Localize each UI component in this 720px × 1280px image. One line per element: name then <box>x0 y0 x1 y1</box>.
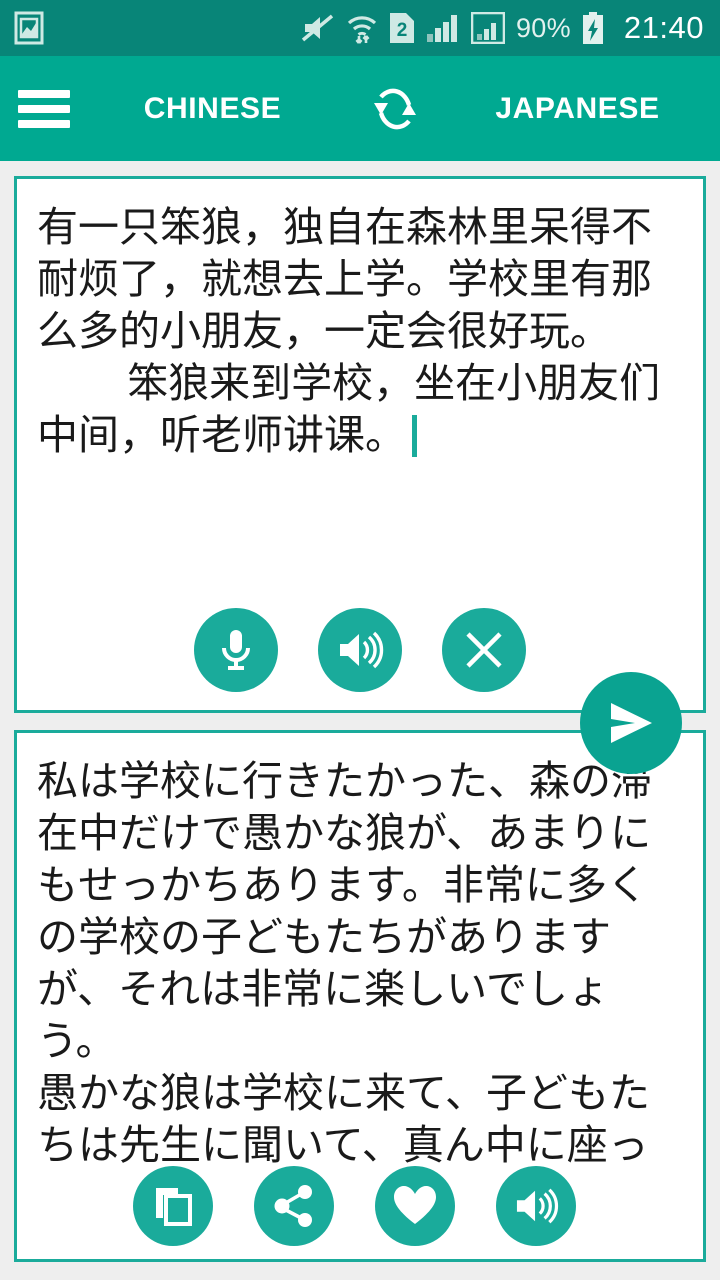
speak-translation-button[interactable] <box>496 1166 576 1246</box>
speak-source-button[interactable] <box>318 608 402 692</box>
microphone-button[interactable] <box>194 608 278 692</box>
translation-paragraph-2: 愚かな狼は学校に来て、子どもたちは先生に聞いて、真ん中に座っ <box>37 1069 650 1169</box>
charging-icon <box>582 12 604 44</box>
app-bar: CHINESE JAPANESE <box>0 56 720 161</box>
hamburger-menu-icon[interactable] <box>18 89 70 128</box>
signal-2-icon <box>470 12 505 44</box>
share-button[interactable] <box>254 1166 334 1246</box>
image-icon <box>14 11 44 45</box>
svg-text:2: 2 <box>397 20 408 41</box>
source-language-label[interactable]: CHINESE <box>70 92 355 126</box>
sim-2-icon: 2 <box>389 12 415 44</box>
source-action-buttons <box>194 608 526 692</box>
status-bar: 2 90% 21:40 <box>0 0 720 56</box>
source-paragraph-1: 有一只笨狼，独自在森林里呆得不耐烦了，就想去上学。学校里有那么多的小朋友，一定会… <box>37 203 652 355</box>
signal-1-icon <box>426 13 460 43</box>
clear-text-button[interactable] <box>442 608 526 692</box>
source-text-area[interactable]: 有一只笨狼，独自在森林里呆得不耐烦了，就想去上学。学校里有那么多的小朋友，一定会… <box>17 179 703 461</box>
target-language-label[interactable]: JAPANESE <box>435 92 720 126</box>
clock: 21:40 <box>623 10 704 45</box>
copy-button[interactable] <box>133 1166 213 1246</box>
text-caret <box>412 415 417 457</box>
sound-muted-icon <box>301 13 335 43</box>
battery-percent: 90% <box>515 12 571 43</box>
swap-languages-icon[interactable] <box>355 73 435 145</box>
status-bar-notifications <box>14 11 44 45</box>
favorite-button[interactable] <box>375 1166 455 1246</box>
source-paragraph-2-text: 笨狼来到学校，坐在小朋友们中间，听老师讲课。 <box>37 359 661 459</box>
app-screen: 2 90% 21:40 CHINESE JAPANESE 有一只笨狼，独自在森林… <box>0 0 720 1280</box>
translation-text-area: 私は学校に行きたかった、森の滞在中だけで愚かな狼が、あまりにもせっかちあります。… <box>17 733 703 1171</box>
status-bar-icons: 2 90% 21:40 <box>301 10 704 46</box>
translation-paragraph-1: 私は学校に行きたかった、森の滞在中だけで愚かな狼が、あまりにもせっかちあります。… <box>37 757 652 1065</box>
source-paragraph-2: 笨狼来到学校，坐在小朋友们中间，听老师讲课。 <box>37 357 685 461</box>
wifi-icon <box>346 12 378 44</box>
send-button[interactable] <box>580 672 682 774</box>
translation-action-buttons <box>133 1166 576 1246</box>
